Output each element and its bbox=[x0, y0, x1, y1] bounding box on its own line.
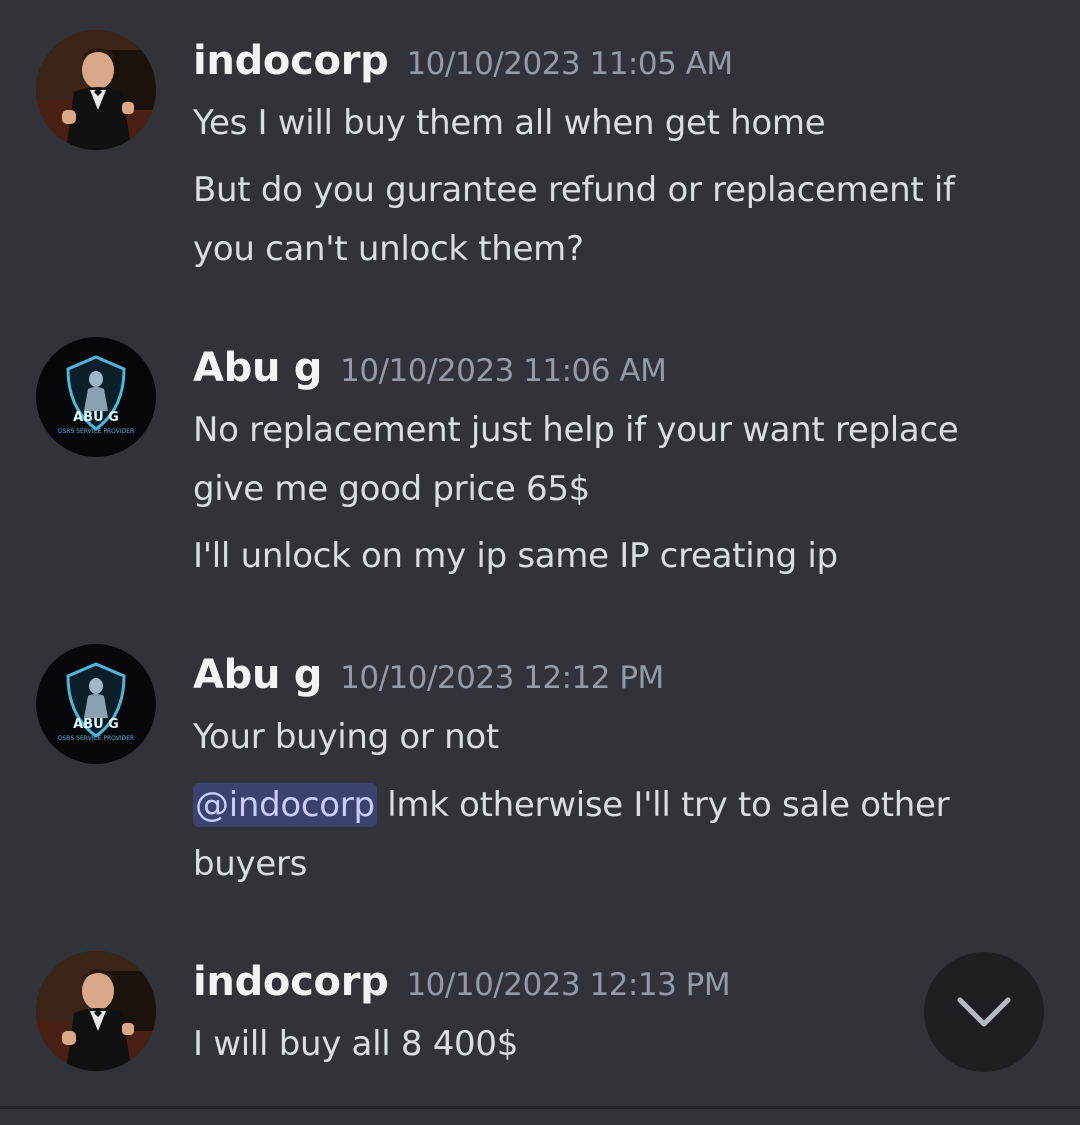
message-text: Yes I will buy them all when get home bbox=[193, 103, 826, 143]
message-text: lmk otherwise I'll try to sale other bbox=[387, 785, 950, 825]
avatar[interactable]: ABU G OSRS SERVICE PROVIDER bbox=[36, 337, 156, 457]
message-text: Your buying or not bbox=[193, 717, 499, 757]
user-photo-avatar bbox=[36, 30, 156, 150]
abu-g-logo-text: ABU G bbox=[73, 717, 119, 732]
abu-g-logo-subtext: OSRS SERVICE PROVIDER bbox=[58, 735, 134, 742]
message-text: No replacement just help if your want re… bbox=[193, 410, 959, 450]
user-mention[interactable]: @indocorp bbox=[193, 783, 377, 827]
divider bbox=[0, 1106, 1080, 1109]
message-text-with-mention: @indocorp lmk otherwise I'll try to sale… bbox=[193, 776, 1033, 834]
message-header: Abu g 10/10/2023 11:06 AM bbox=[193, 345, 667, 391]
avatar[interactable] bbox=[36, 951, 156, 1071]
message-header: indocorp 10/10/2023 12:13 PM bbox=[193, 959, 731, 1005]
message-text: I will buy all 8 400$ bbox=[193, 1024, 519, 1064]
username[interactable]: Abu g bbox=[193, 652, 322, 698]
abu-g-logo-text: ABU G bbox=[73, 410, 119, 425]
jump-to-bottom-button[interactable] bbox=[924, 952, 1044, 1072]
username[interactable]: indocorp bbox=[193, 959, 389, 1005]
timestamp: 10/10/2023 11:05 AM bbox=[406, 46, 733, 82]
timestamp: 10/10/2023 12:13 PM bbox=[406, 967, 731, 1003]
chat-message-list: indocorp 10/10/2023 11:05 AM Yes I will b… bbox=[0, 0, 1080, 1125]
message-header: Abu g 10/10/2023 12:12 PM bbox=[193, 652, 664, 698]
message-text: I'll unlock on my ip same IP creating ip bbox=[193, 536, 838, 576]
avatar[interactable]: ABU G OSRS SERVICE PROVIDER bbox=[36, 644, 156, 764]
chevron-down-icon bbox=[957, 997, 1011, 1027]
abu-g-logo-avatar: ABU G OSRS SERVICE PROVIDER bbox=[36, 337, 156, 457]
timestamp: 10/10/2023 11:06 AM bbox=[340, 353, 667, 389]
message-header: indocorp 10/10/2023 11:05 AM bbox=[193, 38, 733, 84]
message-text: give me good price 65$ bbox=[193, 469, 591, 509]
message-text: But do you gurantee refund or replacemen… bbox=[193, 170, 955, 210]
timestamp: 10/10/2023 12:12 PM bbox=[340, 660, 664, 696]
message-text: buyers bbox=[193, 844, 308, 884]
avatar[interactable] bbox=[36, 30, 156, 150]
username[interactable]: Abu g bbox=[193, 345, 322, 391]
abu-g-logo-subtext: OSRS SERVICE PROVIDER bbox=[58, 428, 134, 435]
abu-g-logo-avatar: ABU G OSRS SERVICE PROVIDER bbox=[36, 644, 156, 764]
message-text: you can't unlock them? bbox=[193, 229, 584, 269]
username[interactable]: indocorp bbox=[193, 38, 389, 84]
user-photo-avatar bbox=[36, 951, 156, 1071]
